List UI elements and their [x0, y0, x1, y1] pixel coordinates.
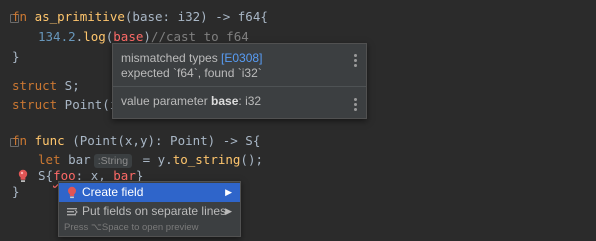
method-name: log [83, 29, 106, 44]
keyword: fn [12, 9, 35, 24]
submenu-arrow-icon: ▶ [225, 206, 232, 216]
menu-item-put-fields[interactable]: Put fields on separate lines ▶ [59, 202, 240, 221]
parameter-info: value parameter base: i32 [121, 94, 261, 109]
error-message: mismatched types [E0308] expected `f64`,… [121, 51, 262, 81]
code-line-6: struct Point(i3 [12, 95, 125, 115]
code-line-8: fn func (Point(x,y): Point) -> S{ [12, 131, 260, 151]
more-options-icon[interactable] [354, 98, 357, 113]
code-line-11: } [12, 182, 20, 202]
function-name: func [34, 133, 65, 148]
method-name: to_string [172, 152, 241, 167]
struct-decl: S; [57, 78, 80, 93]
closing-brace: } [12, 184, 20, 199]
param-label: value parameter [121, 94, 212, 108]
number-literal: 134.2 [38, 29, 76, 44]
paren: ) [143, 29, 151, 44]
param-name: base [211, 94, 239, 108]
error-tooltip: mismatched types [E0308] expected `f64`,… [112, 43, 367, 119]
intention-actions-menu: Create field ▶ Put fields on separate li… [58, 181, 241, 237]
code-line-5: struct S; [12, 76, 80, 96]
keyword: fn [12, 133, 35, 148]
bulb-icon [66, 186, 78, 199]
comment: //cast to f64 [150, 29, 249, 44]
expression: = y. [135, 152, 173, 167]
struct-init: S{ [38, 168, 54, 183]
signature: (Point(x,y): Point) -> S{ [64, 133, 261, 148]
bulb-icon[interactable] [17, 168, 29, 182]
error-detail: expected `f64`, found `i32` [121, 66, 262, 80]
signature: (base: i32) -> f64{ [124, 9, 268, 24]
format-icon [66, 205, 78, 218]
param-type: : i32 [238, 94, 262, 108]
function-name: as_primitive [34, 9, 125, 24]
closing-brace: } [12, 49, 20, 64]
code-line-3: } [12, 47, 20, 67]
menu-item-label: Create field [82, 185, 144, 199]
variable: bar [60, 152, 91, 167]
code-line-1: fn as_primitive(base: i32) -> f64{ [12, 7, 268, 27]
menu-footer-hint: Press ⌥Space to open preview [64, 222, 199, 233]
keyword: struct [12, 97, 58, 112]
error-title: mismatched types [121, 51, 222, 65]
more-options-icon[interactable] [354, 54, 357, 69]
error-code-link[interactable]: [E0308] [221, 51, 262, 65]
error-argument[interactable]: base [113, 29, 143, 44]
submenu-arrow-icon: ▶ [225, 187, 232, 197]
keyword: let [38, 152, 61, 167]
menu-item-label: Put fields on separate lines [82, 204, 227, 218]
call-tail: (); [240, 152, 263, 167]
keyword: struct [12, 78, 58, 93]
menu-item-create-field[interactable]: Create field ▶ [59, 183, 240, 202]
divider [113, 86, 366, 87]
